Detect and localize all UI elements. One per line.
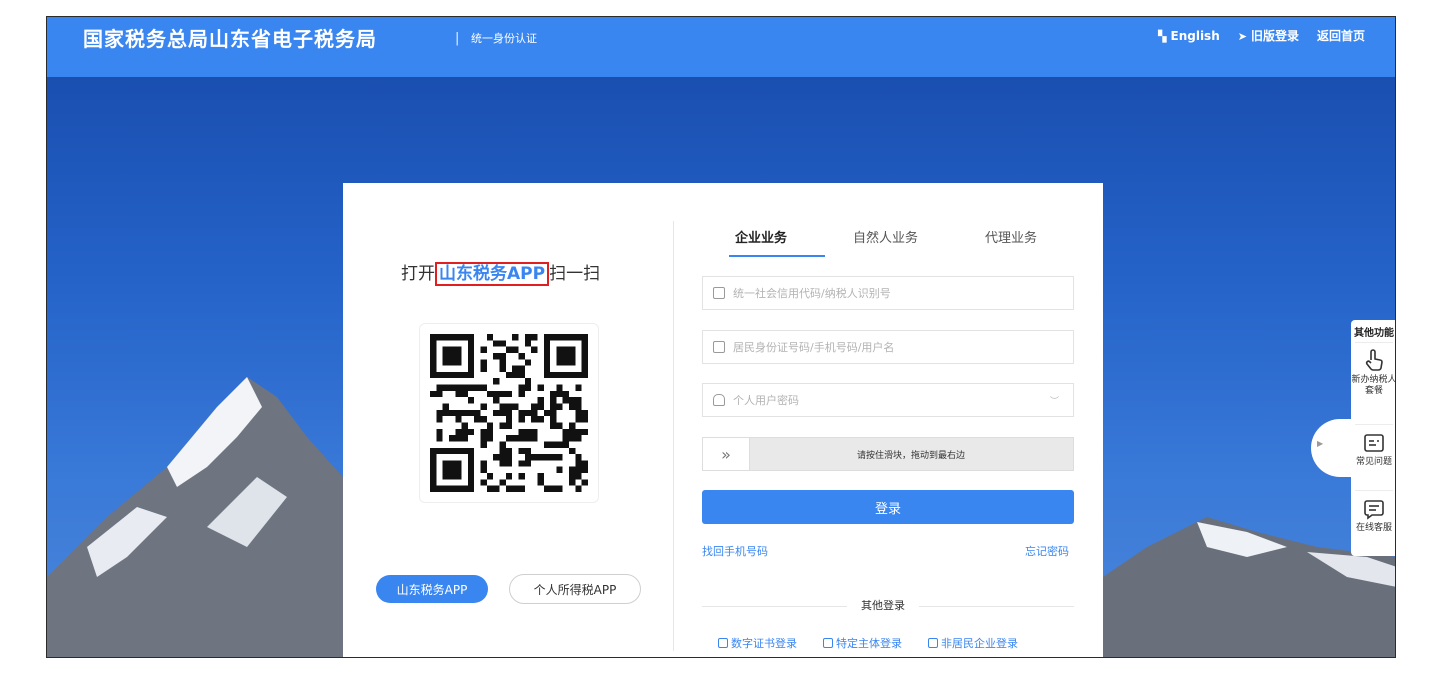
double-chevron-right-icon: » xyxy=(721,444,731,464)
id-card-icon xyxy=(928,638,938,648)
send-icon: ➤ xyxy=(1237,30,1247,43)
side-separator xyxy=(1355,342,1393,343)
side-item-new-taxpayer[interactable]: 新办纳税人 套餐 xyxy=(1351,348,1395,397)
browser-frame: 国家税务总局山东省电子税务局 | 统一身份认证 ▚ English ➤ 旧版登录 返… xyxy=(46,16,1396,658)
qr-code-image xyxy=(430,334,588,492)
side-separator xyxy=(1355,424,1393,425)
password-field[interactable]: ︶ xyxy=(702,383,1074,417)
scan-title: 打开 山东税务APP 扫一扫 xyxy=(401,262,601,286)
hand-pointer-icon xyxy=(1365,349,1383,371)
chat-icon xyxy=(1364,500,1384,520)
password-input[interactable] xyxy=(731,392,1073,408)
digital-certificate-login-link[interactable]: 数字证书登录 xyxy=(718,635,797,651)
tab-natural-person[interactable]: 自然人业务 xyxy=(853,227,918,246)
top-bar: 国家税务总局山东省电子税务局 | 统一身份认证 ▚ English ➤ 旧版登录 返… xyxy=(47,17,1395,77)
other-login-label: 其他登录 xyxy=(847,597,919,613)
english-link[interactable]: ▚ English xyxy=(1158,29,1220,43)
old-version-login-link[interactable]: ➤ 旧版登录 xyxy=(1238,27,1299,44)
side-item-online-service[interactable]: 在线客服 xyxy=(1351,498,1395,534)
tab-enterprise[interactable]: 企业业务 xyxy=(735,227,787,246)
camera-icon xyxy=(823,638,833,648)
brand-title: 国家税务总局山东省电子税务局 xyxy=(83,27,377,51)
phone-icon xyxy=(713,341,725,353)
other-login-options: 数字证书登录 特定主体登录 非居民企业登录 xyxy=(718,635,1018,651)
translate-icon: ▚ xyxy=(1158,29,1167,43)
special-entity-login-link[interactable]: 特定主体登录 xyxy=(823,635,902,651)
find-phone-link[interactable]: 找回手机号码 xyxy=(702,543,768,559)
faq-icon xyxy=(1364,434,1384,452)
card-icon xyxy=(713,287,725,299)
certificate-icon xyxy=(718,638,728,648)
slider-hint: 请按住滑块，拖动到最右边 xyxy=(856,451,965,461)
login-button[interactable]: 登录 xyxy=(702,490,1074,524)
user-input[interactable] xyxy=(731,339,1073,355)
qr-code xyxy=(419,323,599,503)
credit-code-field[interactable] xyxy=(702,276,1074,310)
business-tabs: 企业业务 自然人业务 代理业务 xyxy=(703,227,1075,257)
back-home-link[interactable]: 返回首页 xyxy=(1317,27,1365,44)
shandong-tax-app-button[interactable]: 山东税务APP xyxy=(376,575,488,603)
slide-verification: » 请按住滑块，拖动到最右边 xyxy=(702,437,1074,471)
highlighted-app-name: 山东税务APP xyxy=(435,262,550,286)
forgot-password-link[interactable]: 忘记密码 xyxy=(1025,543,1069,559)
eye-closed-icon[interactable]: ︶ xyxy=(1050,394,1059,407)
slider-handle[interactable]: » xyxy=(703,438,750,470)
side-item-faq[interactable]: 常见问题 xyxy=(1351,432,1395,468)
credit-code-input[interactable] xyxy=(731,285,1073,301)
triangle-right-icon: ▶ xyxy=(1317,439,1324,448)
brand-separator: | xyxy=(455,31,460,46)
tab-agent[interactable]: 代理业务 xyxy=(985,227,1037,246)
panel-divider xyxy=(673,221,674,651)
side-separator xyxy=(1355,490,1393,491)
login-card: 打开 山东税务APP 扫一扫 山东税务APP 个人所得税APP 企业业务 自然人业务… xyxy=(343,183,1103,657)
side-function-panel: 其他功能 新办纳税人 套餐 常见问题 在线客服 xyxy=(1351,320,1395,556)
side-panel-title: 其他功能 xyxy=(1354,328,1394,339)
nonresident-enterprise-login-link[interactable]: 非居民企业登录 xyxy=(928,635,1018,651)
active-tab-underline xyxy=(729,255,825,257)
brand-subtitle: 统一身份认证 xyxy=(471,32,537,45)
personal-income-tax-app-button[interactable]: 个人所得税APP xyxy=(509,574,641,604)
user-field[interactable] xyxy=(702,330,1074,364)
top-links: ▚ English ➤ 旧版登录 返回首页 xyxy=(1158,27,1365,44)
lock-icon xyxy=(713,394,725,406)
